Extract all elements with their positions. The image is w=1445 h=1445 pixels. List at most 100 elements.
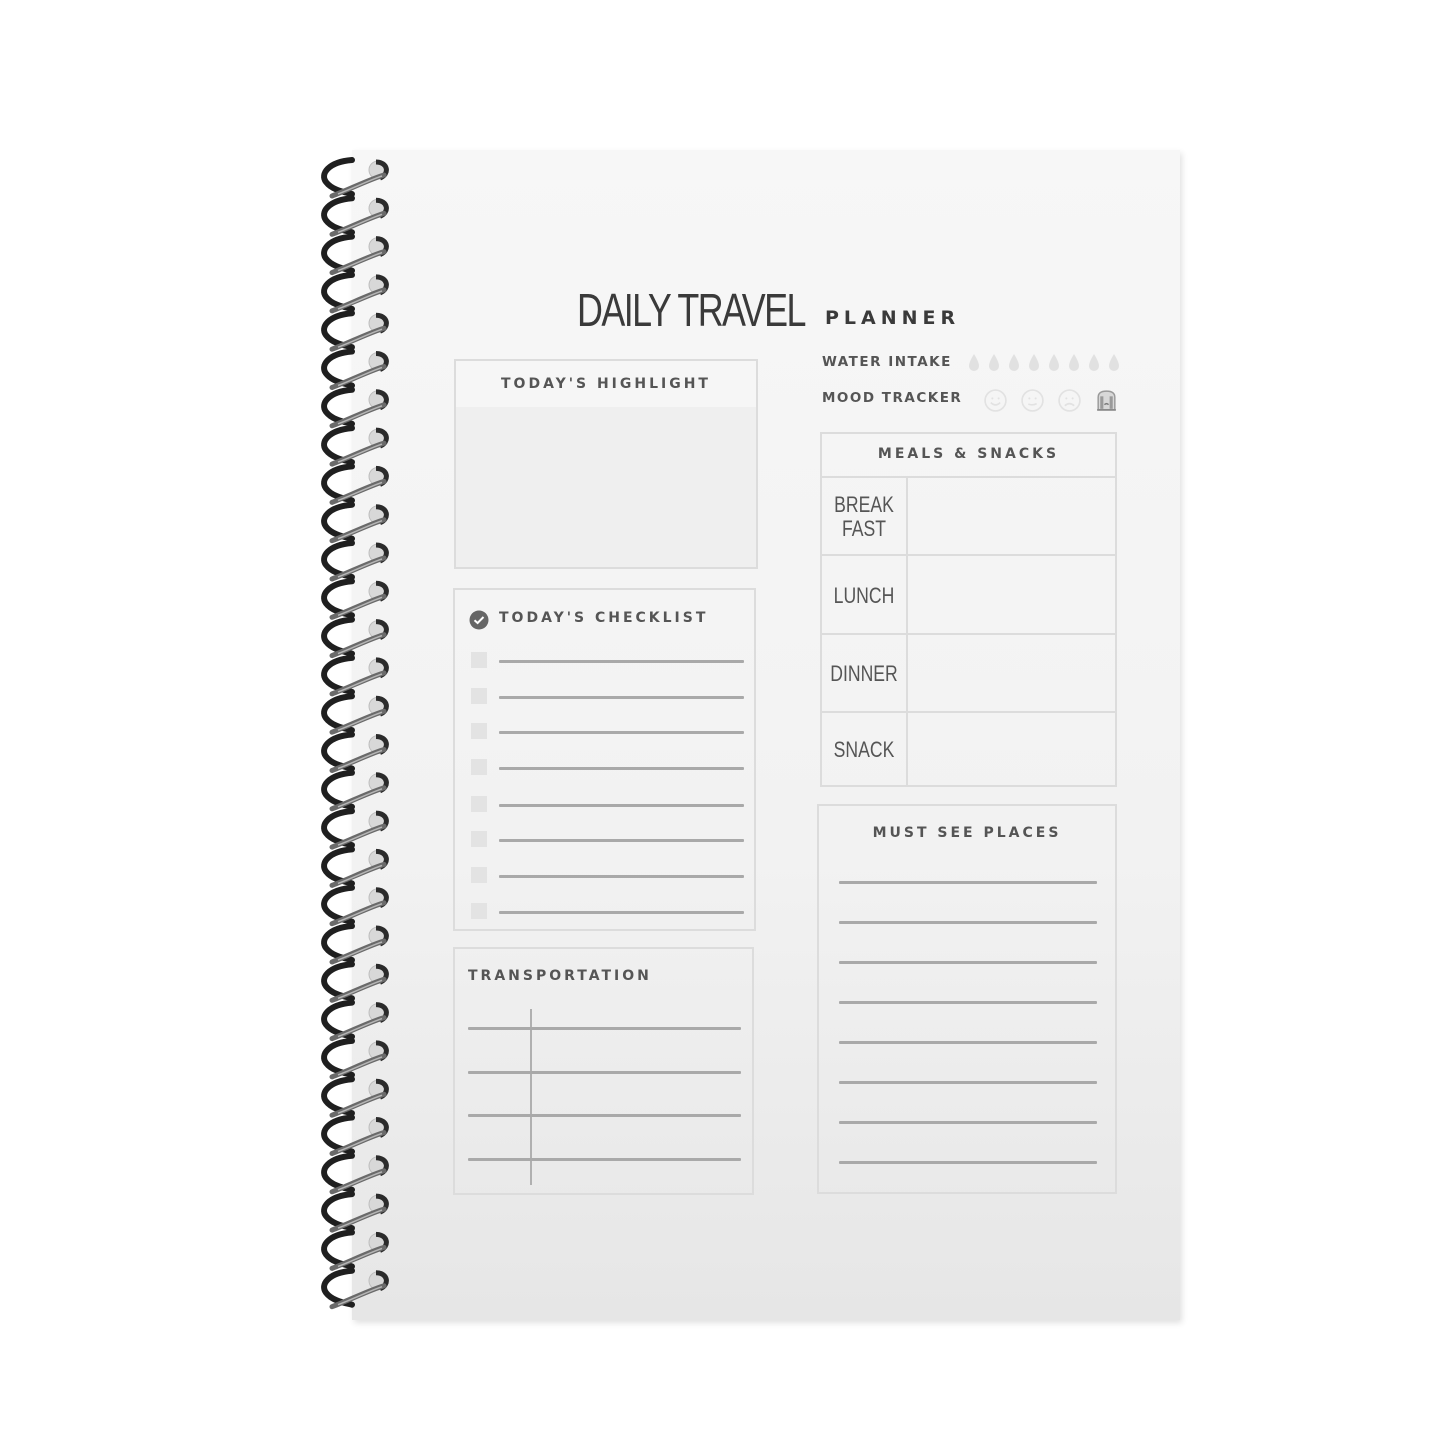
must-see-line[interactable] bbox=[839, 1081, 1097, 1084]
transportation-box: TRANSPORTATION bbox=[453, 947, 754, 1195]
spiral-ring bbox=[321, 1229, 389, 1271]
breakfast-field[interactable] bbox=[908, 478, 1115, 556]
meals-table: MEALS & SNACKS BREAK FAST LUNCH DINNER SN… bbox=[820, 432, 1117, 787]
checklist-line[interactable] bbox=[499, 911, 744, 914]
meal-label-snack: SNACK bbox=[833, 737, 895, 762]
spiral-ring bbox=[321, 1037, 389, 1080]
spiral-ring bbox=[321, 1114, 389, 1156]
spiral-ring bbox=[321, 999, 389, 1042]
must-see-line[interactable] bbox=[839, 961, 1097, 964]
must-see-line[interactable] bbox=[839, 881, 1097, 884]
spiral-ring bbox=[321, 425, 389, 467]
must-see-line[interactable] bbox=[839, 1161, 1097, 1164]
water-intake-tracker bbox=[966, 353, 1122, 373]
spiral-ring bbox=[321, 884, 389, 927]
happy-face-icon[interactable] bbox=[983, 388, 1008, 413]
water-drop-icon[interactable] bbox=[1086, 353, 1102, 373]
must-see-line[interactable] bbox=[839, 1001, 1097, 1004]
checklist-checkbox[interactable] bbox=[471, 867, 487, 883]
spiral-ring bbox=[321, 846, 389, 888]
spiral-ring bbox=[321, 808, 389, 850]
spiral-ring bbox=[321, 310, 389, 352]
checklist-line[interactable] bbox=[499, 660, 744, 663]
check-circle-icon bbox=[469, 610, 489, 630]
water-drop-icon[interactable] bbox=[1046, 353, 1062, 373]
checklist-line[interactable] bbox=[499, 804, 744, 807]
meal-row-snack: SNACK bbox=[822, 711, 1115, 787]
spiral-ring bbox=[321, 463, 389, 505]
must-see-box: MUST SEE PLACES bbox=[817, 804, 1117, 1194]
spiral-ring bbox=[321, 540, 389, 582]
checklist-line[interactable] bbox=[499, 731, 744, 734]
checklist-checkbox[interactable] bbox=[471, 796, 487, 812]
must-see-line[interactable] bbox=[839, 1041, 1097, 1044]
water-drop-icon[interactable] bbox=[1106, 353, 1122, 373]
water-drop-icon[interactable] bbox=[966, 353, 982, 373]
spiral-ring bbox=[321, 271, 389, 314]
water-drop-icon[interactable] bbox=[1006, 353, 1022, 373]
checklist-checkbox[interactable] bbox=[471, 759, 487, 775]
spiral-ring bbox=[321, 348, 389, 390]
neutral-face-icon[interactable] bbox=[1020, 388, 1045, 413]
highlight-title: TODAY'S HIGHLIGHT bbox=[501, 376, 711, 392]
checklist-line[interactable] bbox=[499, 767, 744, 770]
meal-row-dinner: DINNER bbox=[822, 633, 1115, 713]
water-drop-icon[interactable] bbox=[1026, 353, 1042, 373]
crying-face-icon[interactable] bbox=[1094, 388, 1119, 413]
checklist-checkbox[interactable] bbox=[471, 903, 487, 919]
dinner-field[interactable] bbox=[908, 635, 1115, 713]
page-title: DAILY TRAVEL bbox=[577, 284, 806, 336]
spiral-ring bbox=[321, 233, 389, 276]
spiral-ring bbox=[321, 1267, 389, 1310]
spiral-ring bbox=[321, 1191, 389, 1233]
spiral-ring bbox=[321, 616, 389, 659]
checklist-line[interactable] bbox=[499, 839, 744, 842]
mood-tracker-label: MOOD TRACKER bbox=[822, 390, 963, 406]
spiral-ring bbox=[321, 1076, 389, 1118]
checklist-checkbox[interactable] bbox=[471, 688, 487, 704]
transportation-line[interactable] bbox=[468, 1114, 741, 1117]
checklist-box: TODAY'S CHECKLIST bbox=[453, 588, 756, 931]
spiral-ring bbox=[321, 157, 389, 199]
must-see-title: MUST SEE PLACES bbox=[872, 825, 1062, 841]
lunch-field[interactable] bbox=[908, 556, 1115, 635]
spiral-ring bbox=[321, 654, 389, 697]
meal-row-lunch: LUNCH bbox=[822, 554, 1115, 635]
page-subtitle: PLANNER bbox=[825, 307, 961, 329]
highlight-box: TODAY'S HIGHLIGHT bbox=[454, 359, 758, 569]
spiral-ring bbox=[321, 195, 389, 237]
spiral-ring bbox=[321, 923, 389, 965]
spiral-ring bbox=[321, 578, 389, 620]
water-drop-icon[interactable] bbox=[986, 353, 1002, 373]
checklist-checkbox[interactable] bbox=[471, 652, 487, 668]
meal-label-breakfast: BREAK FAST bbox=[834, 492, 894, 541]
spiral-ring bbox=[321, 731, 389, 773]
meals-title: MEALS & SNACKS bbox=[877, 446, 1060, 462]
meal-label-lunch: LUNCH bbox=[833, 582, 895, 608]
transportation-line[interactable] bbox=[468, 1070, 741, 1074]
water-drop-icon[interactable] bbox=[1066, 353, 1082, 373]
checklist-checkbox[interactable] bbox=[471, 723, 487, 739]
checklist-line[interactable] bbox=[499, 696, 744, 699]
mood-tracker bbox=[983, 388, 1119, 413]
sad-face-icon[interactable] bbox=[1057, 388, 1082, 413]
must-see-line[interactable] bbox=[839, 921, 1097, 924]
must-see-line[interactable] bbox=[839, 1121, 1097, 1124]
checklist-checkbox[interactable] bbox=[471, 831, 487, 847]
spiral-ring bbox=[321, 501, 389, 544]
checklist-title: TODAY'S CHECKLIST bbox=[499, 610, 709, 626]
meal-row-breakfast: BREAK FAST bbox=[822, 476, 1115, 556]
spiral-ring bbox=[321, 386, 389, 429]
checklist-line[interactable] bbox=[499, 875, 744, 878]
spiral-ring bbox=[321, 693, 389, 735]
transportation-title: TRANSPORTATION bbox=[468, 968, 652, 984]
meal-label-dinner: DINNER bbox=[830, 661, 898, 686]
highlight-field[interactable] bbox=[460, 411, 752, 563]
spiral-binding bbox=[321, 157, 389, 1310]
transportation-line[interactable] bbox=[468, 1157, 741, 1161]
snack-field[interactable] bbox=[908, 713, 1115, 787]
water-intake-label: WATER INTAKE bbox=[822, 354, 952, 370]
transportation-line[interactable] bbox=[468, 1027, 741, 1030]
spiral-ring bbox=[321, 1152, 389, 1195]
spiral-ring bbox=[321, 769, 389, 812]
